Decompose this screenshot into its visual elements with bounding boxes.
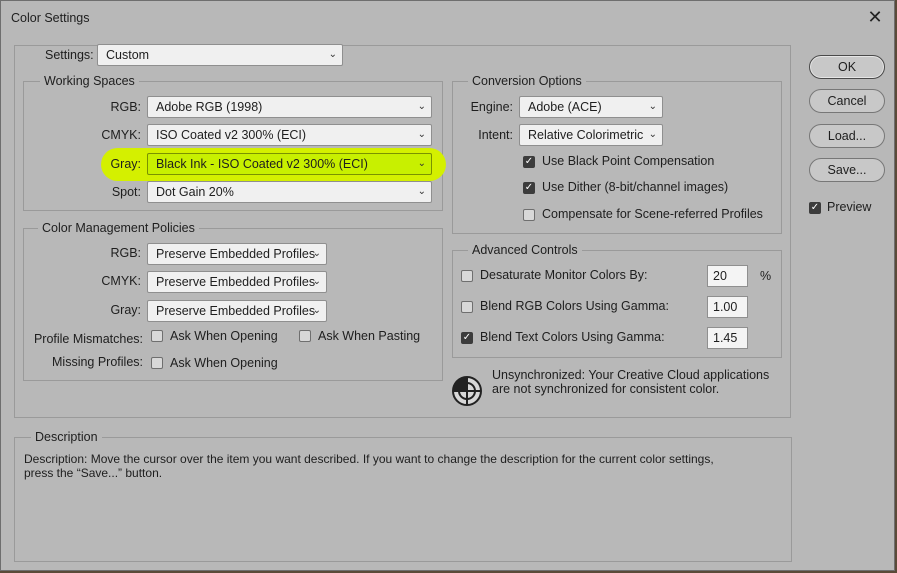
cancel-button[interactable]: Cancel: [809, 89, 885, 113]
chevron-down-icon: ⌄: [312, 305, 321, 316]
ok-button[interactable]: OK: [809, 55, 885, 79]
pol-gray-value: Preserve Embedded Profiles: [156, 304, 316, 318]
chevron-down-icon: ⌄: [648, 129, 657, 140]
ws-spot-value: Dot Gain 20%: [156, 185, 234, 199]
description-line-1: Description: Move the cursor over the it…: [24, 452, 714, 466]
ws-gray-value: Black Ink - ISO Coated v2 300% (ECI): [156, 157, 368, 171]
ws-cmyk-value: ISO Coated v2 300% (ECI): [156, 128, 307, 142]
advanced-legend: Advanced Controls: [468, 243, 582, 257]
ws-spot-select[interactable]: Dot Gain 20% ⌄: [147, 181, 432, 203]
chevron-down-icon: ⌄: [312, 248, 321, 259]
pol-rgb-label: RGB:: [110, 246, 141, 260]
pol-rgb-value: Preserve Embedded Profiles: [156, 247, 316, 261]
desaturate-checkbox[interactable]: [461, 270, 473, 282]
mismatch-ask-pasting-checkbox[interactable]: [299, 330, 311, 342]
missing-ask-opening-label: Ask When Opening: [170, 356, 278, 370]
blend-text-label: Blend Text Colors Using Gamma:: [480, 330, 665, 344]
pol-gray-label: Gray:: [110, 303, 141, 317]
sync-status-icon: [451, 375, 483, 407]
pol-cmyk-label: CMYK:: [101, 274, 141, 288]
blend-rgb-checkbox[interactable]: [461, 301, 473, 313]
desaturate-unit: %: [760, 269, 772, 283]
mismatch-ask-opening-checkbox[interactable]: [151, 330, 163, 342]
chevron-down-icon: ⌄: [417, 158, 426, 169]
pol-gray-select[interactable]: Preserve Embedded Profiles ⌄: [147, 300, 327, 322]
blend-text-input[interactable]: 1.45: [707, 327, 748, 349]
window-title: Color Settings: [11, 11, 90, 25]
ws-rgb-label: RGB:: [110, 100, 141, 114]
close-icon[interactable]: ✕: [864, 6, 886, 28]
chevron-down-icon: ⌄: [417, 101, 426, 112]
scene-referred-label: Compensate for Scene-referred Profiles: [542, 207, 763, 221]
profile-mismatches-label: Profile Mismatches:: [33, 332, 143, 346]
ws-rgb-select[interactable]: Adobe RGB (1998) ⌄: [147, 96, 432, 118]
intent-select[interactable]: Relative Colorimetric ⌄: [519, 124, 663, 146]
blend-text-checkbox[interactable]: ✓: [461, 332, 473, 344]
desaturate-label: Desaturate Monitor Colors By:: [480, 268, 648, 282]
chevron-down-icon: ⌄: [328, 49, 337, 60]
scene-referred-checkbox[interactable]: [523, 209, 535, 221]
engine-value: Adobe (ACE): [528, 100, 602, 114]
pol-rgb-select[interactable]: Preserve Embedded Profiles ⌄: [147, 243, 327, 265]
dither-checkbox[interactable]: ✓: [523, 182, 535, 194]
dither-label: Use Dither (8-bit/channel images): [542, 180, 729, 194]
sync-line-2: are not synchronized for consistent colo…: [492, 382, 720, 396]
ws-gray-label: Gray:: [110, 157, 141, 171]
mismatch-ask-pasting-label: Ask When Pasting: [318, 329, 421, 343]
intent-value: Relative Colorimetric: [528, 128, 644, 142]
description-text: Description: Move the cursor over the it…: [24, 452, 784, 480]
settings-label: Settings:: [43, 48, 96, 62]
black-point-checkbox[interactable]: ✓: [523, 156, 535, 168]
preview-checkbox[interactable]: ✓: [809, 202, 821, 214]
title-bar: Color Settings ✕: [1, 1, 894, 35]
chevron-down-icon: ⌄: [417, 129, 426, 140]
mismatch-ask-opening-label: Ask When Opening: [170, 329, 278, 343]
chevron-down-icon: ⌄: [648, 101, 657, 112]
engine-select[interactable]: Adobe (ACE) ⌄: [519, 96, 663, 118]
working-spaces-legend: Working Spaces: [40, 74, 139, 88]
ws-gray-select[interactable]: Black Ink - ISO Coated v2 300% (ECI) ⌄: [147, 153, 432, 175]
desaturate-input[interactable]: 20: [707, 265, 748, 287]
conversion-legend: Conversion Options: [468, 74, 586, 88]
ws-rgb-value: Adobe RGB (1998): [156, 100, 263, 114]
preview-label: Preview: [827, 200, 872, 214]
save-button[interactable]: Save...: [809, 158, 885, 182]
intent-label: Intent:: [478, 128, 513, 142]
missing-profiles-label: Missing Profiles:: [52, 355, 143, 369]
blend-rgb-input[interactable]: 1.00: [707, 296, 748, 318]
settings-select[interactable]: Custom ⌄: [97, 44, 343, 66]
blend-rgb-label: Blend RGB Colors Using Gamma:: [480, 299, 669, 313]
chevron-down-icon: ⌄: [417, 186, 426, 197]
missing-ask-opening-checkbox[interactable]: [151, 357, 163, 369]
ws-spot-label: Spot:: [111, 185, 141, 199]
chevron-down-icon: ⌄: [312, 276, 321, 287]
settings-value: Custom: [106, 48, 150, 62]
policies-legend: Color Management Policies: [38, 221, 199, 235]
ws-cmyk-label: CMYK:: [101, 128, 141, 142]
ws-cmyk-select[interactable]: ISO Coated v2 300% (ECI) ⌄: [147, 124, 432, 146]
description-legend: Description: [31, 430, 102, 444]
load-button[interactable]: Load...: [809, 124, 885, 148]
pol-cmyk-value: Preserve Embedded Profiles: [156, 275, 316, 289]
color-settings-dialog: Color Settings ✕ Settings: Custom ⌄ Work…: [0, 0, 895, 571]
description-line-2: press the “Save...” button.: [24, 466, 163, 480]
engine-label: Engine:: [470, 100, 513, 114]
black-point-label: Use Black Point Compensation: [542, 154, 715, 168]
sync-line-1: Unsynchronized: Your Creative Cloud appl…: [492, 368, 770, 382]
pol-cmyk-select[interactable]: Preserve Embedded Profiles ⌄: [147, 271, 327, 293]
